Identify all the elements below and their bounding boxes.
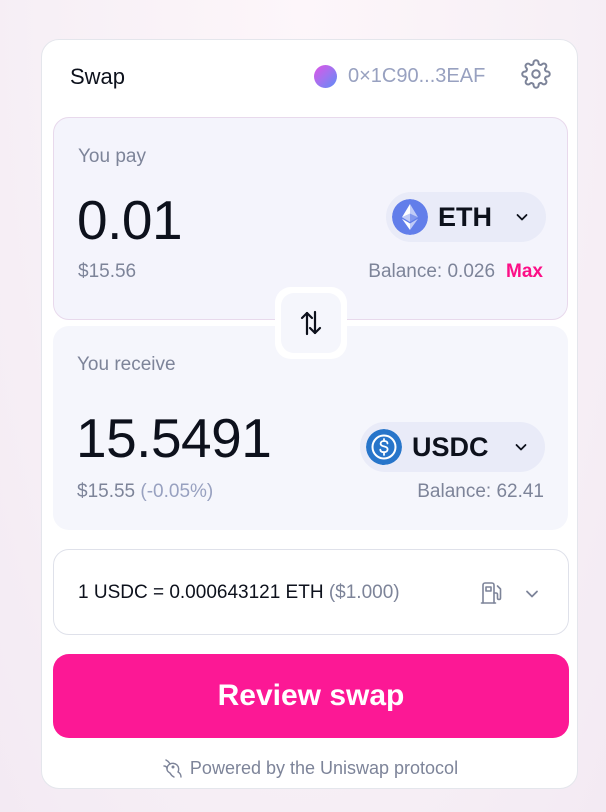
rate-details[interactable]: 1 USDC = 0.000643121 ETH ($1.000) — [53, 549, 569, 635]
gas-pump-icon — [480, 582, 502, 604]
exchange-rate-usd: ($1.000) — [328, 582, 400, 603]
exchange-rate-text: 1 USDC = 0.000643121 ETH — [78, 582, 324, 603]
swap-arrows-icon — [300, 310, 322, 336]
switch-tokens-button[interactable] — [275, 287, 347, 359]
swap-header: Swap 0×1C90...3EAF — [42, 40, 577, 114]
price-impact: (-0.05%) — [140, 481, 214, 502]
pay-balance: Balance: 0.026 Max — [368, 261, 543, 283]
wallet-button[interactable]: 0×1C90...3EAF — [314, 62, 485, 90]
chevron-down-icon — [515, 444, 527, 451]
powered-by[interactable]: Powered by the Uniswap protocol — [42, 757, 577, 779]
gear-icon[interactable] — [521, 59, 551, 89]
usdc-icon — [366, 429, 402, 465]
pay-amount-input[interactable]: 0.01 — [77, 188, 183, 252]
swap-widget: Swap 0×1C90...3EAF You pay 0.01 ETH $15.… — [41, 39, 578, 789]
receive-balance-text: Balance: 62.41 — [417, 481, 544, 502]
review-swap-button[interactable]: Review swap — [53, 654, 569, 738]
eth-icon — [392, 199, 428, 235]
exchange-rate: 1 USDC = 0.000643121 ETH ($1.000) — [78, 582, 400, 604]
wallet-avatar — [314, 64, 337, 88]
receive-amount-input[interactable]: 15.5491 — [76, 406, 272, 470]
switch-tokens-inner — [281, 293, 341, 353]
chevron-down-icon[interactable] — [524, 586, 540, 602]
receive-token-selector[interactable]: USDC — [360, 422, 545, 472]
pay-label: You pay — [78, 146, 146, 167]
powered-by-text: Powered by the Uniswap protocol — [189, 757, 459, 778]
uniswap-unicorn-icon — [163, 759, 182, 778]
pay-balance-text: Balance: 0.026 — [368, 261, 496, 282]
receive-balance: Balance: 62.41 — [417, 481, 544, 503]
pay-token-selector[interactable]: ETH — [386, 192, 546, 242]
receive-token-symbol: USDC — [412, 431, 489, 462]
receive-label: You receive — [77, 354, 176, 375]
receive-usd-amount: $15.55 — [77, 481, 136, 502]
chevron-down-icon — [516, 214, 528, 221]
wallet-address: 0×1C90...3EAF — [348, 64, 486, 87]
max-button[interactable]: Max — [506, 261, 543, 283]
swap-title: Swap — [70, 64, 126, 89]
receive-usd-value: $15.55 (-0.05%) — [77, 481, 213, 503]
pay-usd-value: $15.56 — [78, 261, 137, 282]
pay-token-symbol: ETH — [438, 201, 492, 232]
